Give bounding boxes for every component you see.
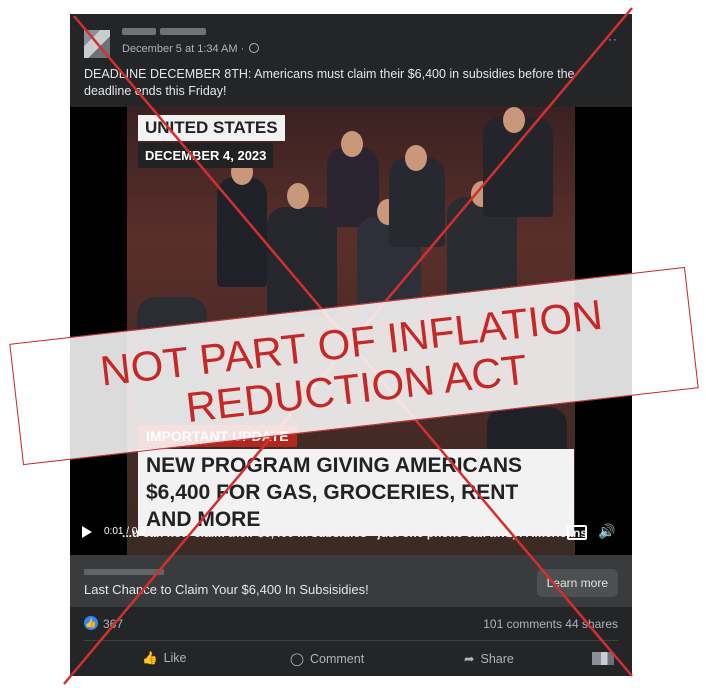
comments-shares-count[interactable]: 101 comments 44 shares xyxy=(483,617,618,631)
ad-cta-bar[interactable]: Last Chance to Claim Your $6,400 In Subs… xyxy=(70,555,632,607)
face xyxy=(405,145,427,171)
picture-in-picture-icon[interactable] xyxy=(567,525,587,540)
person xyxy=(327,147,379,227)
avatar[interactable] xyxy=(84,30,110,58)
share-label: Share xyxy=(480,652,514,666)
gear-icon[interactable]: ⚙ xyxy=(504,525,516,541)
face xyxy=(287,183,309,209)
blurred-author-name-2[interactable] xyxy=(160,28,206,35)
ticker-text: ...u can now claim their $6,400 in subsi… xyxy=(122,526,588,540)
post-caption: DEADLINE DECEMBER 8TH: Americans must cl… xyxy=(84,67,575,98)
post-date-text: December 5 at 1:34 AM · xyxy=(122,43,245,55)
more-options-button[interactable]: ·· xyxy=(608,32,618,46)
date-tag: DECEMBER 4, 2023 xyxy=(138,143,274,168)
blurred-domain xyxy=(84,569,164,575)
comment-label: Comment xyxy=(310,652,365,666)
share-button[interactable]: ➦ Share xyxy=(464,651,514,666)
learn-more-button[interactable]: Learn more xyxy=(536,569,618,597)
action-bar: 👍 Like ◯ Comment ➦ Share xyxy=(70,644,632,674)
divider xyxy=(84,640,618,641)
engagement-stats: 👍 367 101 comments 44 shares xyxy=(70,611,632,635)
like-reaction-icon[interactable]: 👍 xyxy=(84,616,98,630)
globe-icon xyxy=(249,43,260,53)
like-label: Like xyxy=(163,651,187,665)
reaction-avatar[interactable] xyxy=(592,652,614,665)
face xyxy=(341,131,363,157)
thumbs-up-icon: 👍 xyxy=(142,651,158,665)
news-ticker: ...u can now claim their $6,400 in subsi… xyxy=(70,523,632,543)
like-count[interactable]: 367 xyxy=(103,617,123,631)
share-icon: ➦ xyxy=(464,652,475,666)
like-button[interactable]: 👍 Like xyxy=(142,651,187,666)
comment-icon: ◯ xyxy=(290,652,304,666)
play-icon[interactable] xyxy=(82,526,92,538)
country-tag: UNITED STATES xyxy=(138,115,285,141)
post-date[interactable]: December 5 at 1:34 AM · xyxy=(122,43,260,55)
cta-title[interactable]: Last Chance to Claim Your $6,400 In Subs… xyxy=(84,582,369,597)
comment-button[interactable]: ◯ Comment xyxy=(290,651,364,666)
face xyxy=(503,107,525,133)
volume-icon[interactable]: 🔊 xyxy=(598,523,615,540)
person xyxy=(217,177,267,287)
video-time: 0:01 / 0:3 xyxy=(104,526,146,537)
blurred-author-name[interactable] xyxy=(122,28,156,35)
